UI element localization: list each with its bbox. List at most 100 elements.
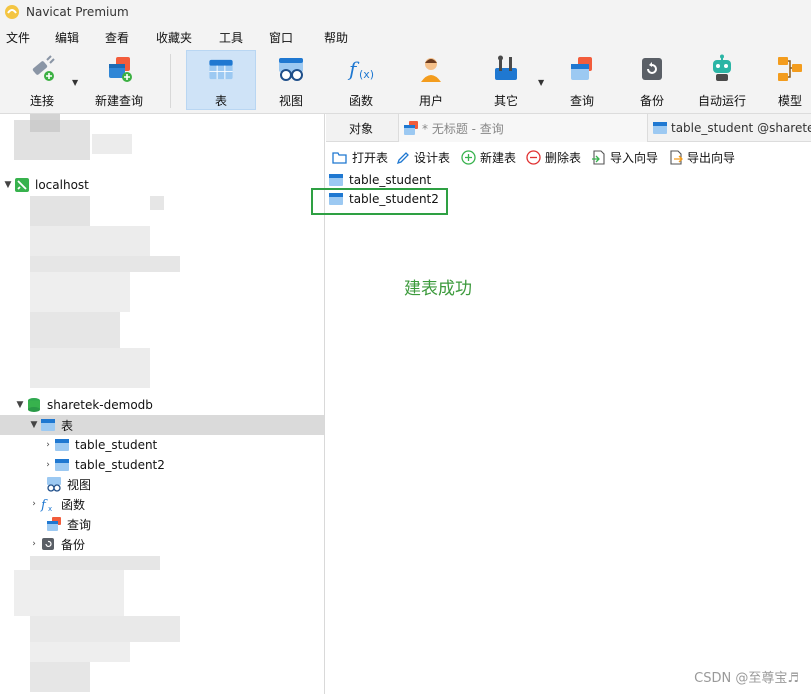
title-bar: Navicat Premium <box>0 0 811 24</box>
queries-node-label: 查询 <box>67 517 92 532</box>
main-panel: 对象 * 无标题 - 查询 table_student @sharetek 打开… <box>311 114 811 694</box>
backup-icon <box>642 58 662 80</box>
menu-window[interactable]: 窗口 <box>269 29 293 46</box>
database-name: sharetek-demodb <box>47 398 153 412</box>
blurred-region <box>14 570 124 616</box>
view-icon <box>279 58 303 81</box>
table-icon <box>653 122 667 134</box>
design-table-button[interactable]: 设计表 <box>396 149 450 166</box>
query-icon <box>404 121 418 135</box>
export-wizard-label: 导出向导 <box>687 151 736 165</box>
blurred-region <box>30 556 160 570</box>
function-icon: f x <box>40 498 52 512</box>
svg-text:x: x <box>48 505 52 512</box>
minus-circle-icon <box>526 150 541 165</box>
connect-label: 连接 <box>29 94 54 108</box>
table-icon <box>209 59 233 80</box>
tab-table-student[interactable]: table_student @sharetek <box>650 114 811 142</box>
new-query-icon <box>109 57 132 82</box>
chevron-down-icon[interactable]: ▼ <box>2 180 14 190</box>
tab-untitled-query[interactable]: * 无标题 - 查询 <box>398 114 648 142</box>
other-dropdown-icon[interactable]: ▼ <box>538 78 544 87</box>
blurred-region <box>30 642 130 662</box>
menu-tools[interactable]: 工具 <box>219 29 243 46</box>
tree-functions-node[interactable]: › f x 函数 <box>28 494 85 514</box>
import-wizard-label: 导入向导 <box>610 151 659 165</box>
query-button[interactable]: 查询 <box>556 50 608 110</box>
object-name: table_student <box>349 172 432 187</box>
connect-button[interactable]: 连接 <box>14 50 70 110</box>
chevron-right-icon[interactable]: › <box>28 499 40 509</box>
blurred-region <box>30 662 90 692</box>
tree-database[interactable]: ▼ sharetek-demodb <box>14 395 153 415</box>
function-button[interactable]: f (x) 函数 <box>332 50 390 110</box>
model-icon <box>778 57 802 81</box>
delete-table-label: 删除表 <box>545 151 582 165</box>
chevron-right-icon[interactable]: › <box>42 440 54 450</box>
chevron-down-icon[interactable]: ▼ <box>14 400 26 410</box>
user-icon <box>421 58 441 82</box>
tables-node-label: 表 <box>61 418 74 433</box>
blurred-region <box>30 226 150 256</box>
delete-table-button[interactable]: 删除表 <box>526 149 581 166</box>
model-button[interactable]: 模型 <box>766 50 811 110</box>
user-button[interactable]: 用户 <box>402 50 460 110</box>
navicat-logo-icon <box>5 5 19 19</box>
tree-tables-node[interactable]: ▼ 表 <box>0 415 324 435</box>
table-icon <box>41 419 55 431</box>
object-list-item[interactable]: table_student <box>328 170 431 189</box>
tree-backups-node[interactable]: › 备份 <box>28 534 85 554</box>
tab-table-label: table_student @sharetek <box>671 121 811 135</box>
tree-table-item[interactable]: › table_student2 <box>42 455 165 475</box>
navigation-pane[interactable]: ▼ localhost ▼ sharetek-demodb ▼ 表 › tabl… <box>0 114 325 694</box>
import-wizard-button[interactable]: 导入向导 <box>591 149 658 166</box>
table-button[interactable]: 表 <box>186 50 256 110</box>
backup-label: 备份 <box>639 94 664 108</box>
toolbar-separator <box>170 54 171 108</box>
pencil-icon <box>396 151 409 164</box>
new-table-button[interactable]: 新建表 <box>461 149 516 166</box>
tree-connection-localhost[interactable]: ▼ localhost <box>2 175 89 195</box>
open-table-button[interactable]: 打开表 <box>332 149 388 166</box>
functions-node-label: 函数 <box>61 497 86 512</box>
query-icon <box>571 57 592 80</box>
other-label: 其它 <box>493 94 518 108</box>
success-annotation: 建表成功 <box>404 279 472 299</box>
tree-queries-node[interactable]: 查询 <box>34 514 91 534</box>
chevron-right-icon[interactable]: › <box>42 460 54 470</box>
blurred-region <box>30 256 180 272</box>
chevron-down-icon[interactable]: ▼ <box>28 420 40 430</box>
blurred-region <box>150 196 164 210</box>
menu-edit[interactable]: 编辑 <box>55 29 79 46</box>
folder-open-icon <box>332 151 347 164</box>
object-toolbar: 打开表 设计表 新建表 删除表 导入向导 导出向导 <box>326 146 811 170</box>
function-icon: f (x) <box>347 57 374 81</box>
automation-button[interactable]: 自动运行 <box>690 50 754 110</box>
menu-view[interactable]: 查看 <box>105 29 129 46</box>
tree-views-node[interactable]: 视图 <box>34 474 91 494</box>
blurred-region <box>30 196 90 226</box>
connection-name: localhost <box>35 178 89 192</box>
export-wizard-button[interactable]: 导出向导 <box>668 149 735 166</box>
new-table-label: 新建表 <box>480 151 517 165</box>
chevron-right-icon[interactable]: › <box>28 539 40 549</box>
tree-table-item[interactable]: › table_student <box>42 435 157 455</box>
backups-node-label: 备份 <box>61 537 86 552</box>
other-button[interactable]: 其它 <box>478 50 534 110</box>
table-icon <box>55 439 69 451</box>
new-query-button[interactable]: 新建查询 <box>88 50 150 110</box>
database-icon <box>28 398 40 412</box>
menu-favorites[interactable]: 收藏夹 <box>156 29 192 46</box>
function-label: 函数 <box>348 94 373 108</box>
tab-objects[interactable]: 对象 <box>326 114 396 142</box>
model-label: 模型 <box>777 94 802 108</box>
backup-icon <box>42 538 54 550</box>
blurred-region <box>30 312 120 348</box>
menu-file[interactable]: 文件 <box>6 29 30 46</box>
menu-help[interactable]: 帮助 <box>324 29 348 46</box>
backup-button[interactable]: 备份 <box>626 50 678 110</box>
table-icon <box>329 173 343 186</box>
view-label: 视图 <box>278 94 303 108</box>
connect-dropdown-icon[interactable]: ▼ <box>72 78 78 87</box>
view-button[interactable]: 视图 <box>262 50 320 110</box>
